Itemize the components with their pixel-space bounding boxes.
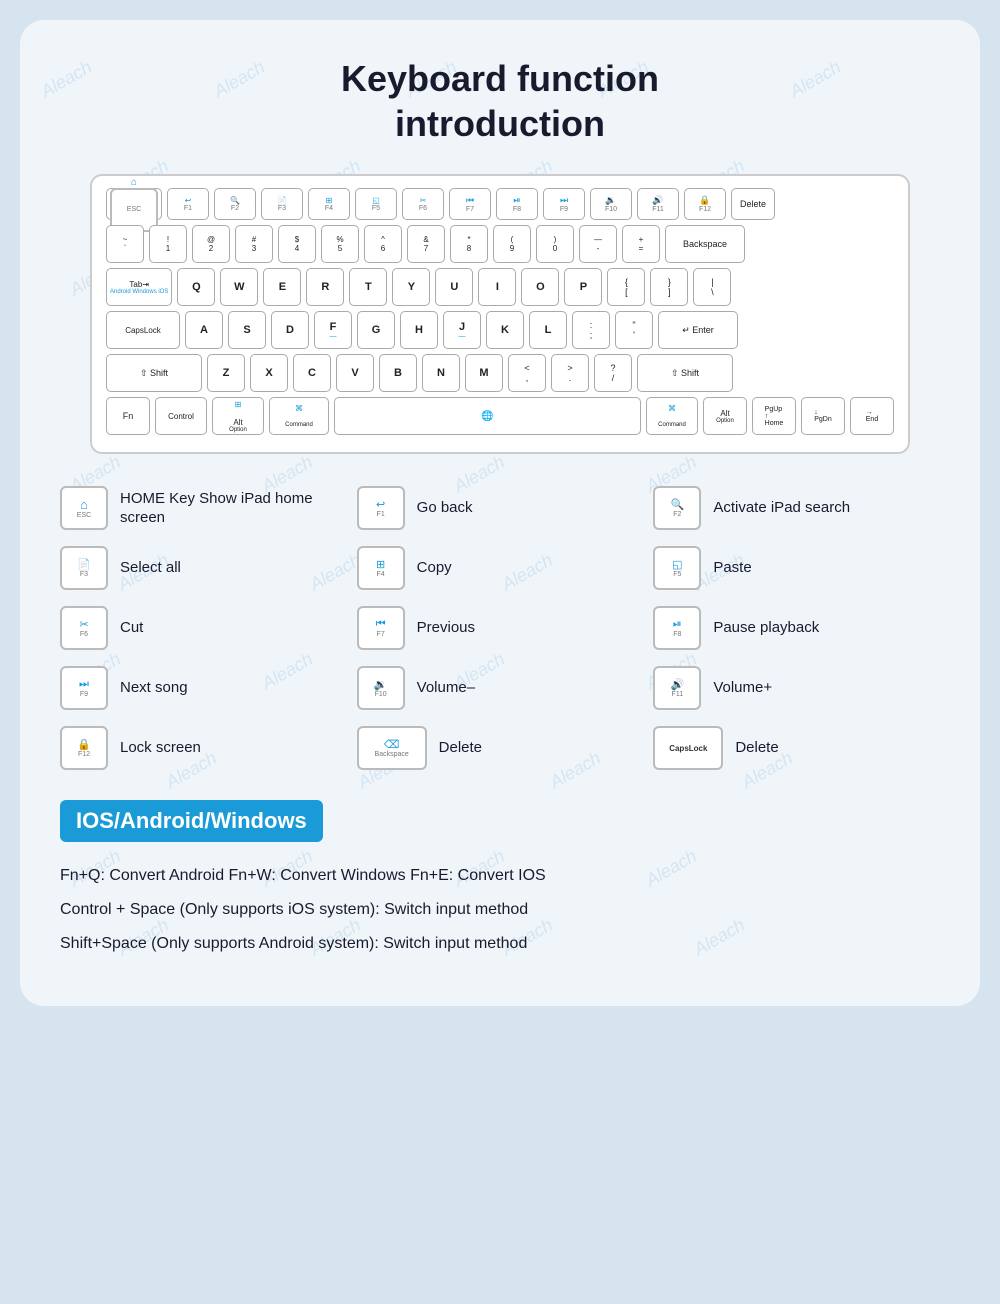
ref-key-f1: ↩ F1 <box>357 486 405 530</box>
ref-key-esc: ⌂ ESC <box>60 486 108 530</box>
shortcuts-section: Fn+Q: Convert Android Fn+W: Convert Wind… <box>60 864 940 956</box>
ref-esc: ⌂ ESC HOME Key Show iPad home screen <box>60 486 347 530</box>
ref-key-f2: 🔍 F2 <box>653 486 701 530</box>
ref-f2: 🔍 F2 Activate iPad search <box>653 486 940 530</box>
ref-f1: ↩ F1 Go back <box>357 486 644 530</box>
ref-label-f11: Volume+ <box>713 678 772 698</box>
ref-key-f7: ⏮ F7 <box>357 606 405 650</box>
ref-key-f9: ⏭ F9 <box>60 666 108 710</box>
ref-f5: ◱ F5 Paste <box>653 546 940 590</box>
ref-key-capslock: CapsLock <box>653 726 723 770</box>
keyboard-diagram: ⌂ ESC ↩ F1 🔍 F2 📄 F3 <box>60 174 940 454</box>
shortcut-line-1: Fn+Q: Convert Android Fn+W: Convert Wind… <box>60 864 940 888</box>
ref-f9: ⏭ F9 Next song <box>60 666 347 710</box>
ref-label-f1: Go back <box>417 498 473 518</box>
ref-key-f6: ✂ F6 <box>60 606 108 650</box>
ref-label-f6: Cut <box>120 618 143 638</box>
ref-label-f5: Paste <box>713 558 751 578</box>
shortcut-line-2: Control + Space (Only supports iOS syste… <box>60 898 940 922</box>
ref-label-f10: Volume– <box>417 678 475 698</box>
ref-label-esc: HOME Key Show iPad home screen <box>120 489 347 528</box>
main-card: Aleach Aleach Aleach Aleach Aleach Aleac… <box>20 20 980 1006</box>
ref-label-f7: Previous <box>417 618 475 638</box>
ref-f10: 🔉 F10 Volume– <box>357 666 644 710</box>
ref-capslock: CapsLock Delete <box>653 726 940 770</box>
ref-label-f8: Pause playback <box>713 618 819 638</box>
ref-label-f12: Lock screen <box>120 738 201 758</box>
ref-label-f4: Copy <box>417 558 452 578</box>
ref-key-f3: 📄 F3 <box>60 546 108 590</box>
ref-key-f12: 🔒 F12 <box>60 726 108 770</box>
ref-label-f9: Next song <box>120 678 188 698</box>
ref-f6: ✂ F6 Cut <box>60 606 347 650</box>
ref-f11: 🔊 F11 Volume+ <box>653 666 940 710</box>
ref-key-f5: ◱ F5 <box>653 546 701 590</box>
ref-label-capslock: Delete <box>735 738 778 758</box>
ref-label-f2: Activate iPad search <box>713 498 850 518</box>
ref-label-f3: Select all <box>120 558 181 578</box>
ref-f8: ⏯ F8 Pause playback <box>653 606 940 650</box>
ref-key-f11: 🔊 F11 <box>653 666 701 710</box>
ref-key-f10: 🔉 F10 <box>357 666 405 710</box>
ref-label-backspace: Delete <box>439 738 482 758</box>
page-title: Keyboard function introduction <box>60 56 940 146</box>
ios-banner: IOS/Android/Windows <box>60 800 323 842</box>
ref-f3: 📄 F3 Select all <box>60 546 347 590</box>
ref-f12: 🔒 F12 Lock screen <box>60 726 347 770</box>
shortcut-line-3: Shift+Space (Only supports Android syste… <box>60 932 940 956</box>
ref-key-backspace: ⌫ Backspace <box>357 726 427 770</box>
function-reference: ⌂ ESC HOME Key Show iPad home screen 📄 F… <box>60 486 940 770</box>
ref-key-f4: ⊞ F4 <box>357 546 405 590</box>
ref-f4: ⊞ F4 Copy <box>357 546 644 590</box>
ref-backspace: ⌫ Backspace Delete <box>357 726 644 770</box>
ref-key-f8: ⏯ F8 <box>653 606 701 650</box>
ref-f7: ⏮ F7 Previous <box>357 606 644 650</box>
